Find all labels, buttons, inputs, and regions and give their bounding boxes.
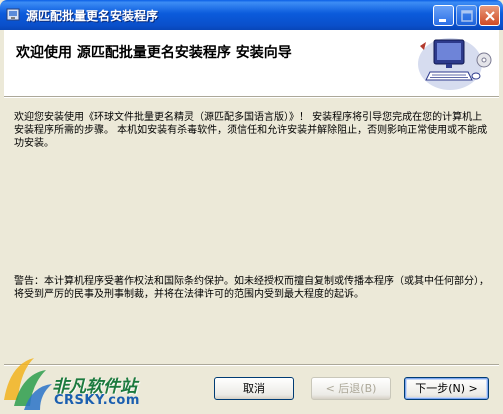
title-bar[interactable]: 源匹配批量更名安装程序 [0, 0, 503, 30]
watermark-en: CRSKY.com [54, 393, 140, 408]
back-button[interactable]: < 后退(B) [311, 377, 391, 400]
banner-separator [4, 97, 499, 98]
computer-install-icon [418, 38, 492, 90]
copyright-warning: 警告：本计算机程序受著作权法和国际条约保护。如未经授权而擅自复制或传播本程序（或… [14, 276, 489, 300]
intro-text: 欢迎您安装使用《环球文件批量更名精灵（源匹配多国语言版）》！ 安装程序将引导您完… [14, 112, 488, 149]
installer-window: 源匹配批量更名安装程序 欢迎使用 源匹配批量更名安装程序 安装向导 欢迎您安装使… [0, 0, 503, 414]
window-title: 源匹配批量更名安装程序 [26, 9, 159, 23]
minimize-icon [439, 19, 446, 22]
banner-title: 欢迎使用 源匹配批量更名安装程序 安装向导 [16, 45, 292, 61]
minimize-button[interactable] [433, 5, 454, 26]
maximize-button[interactable] [456, 5, 477, 26]
maximize-icon [461, 10, 473, 22]
header-banner: 欢迎使用 源匹配批量更名安装程序 安装向导 [4, 30, 499, 97]
cancel-button[interactable]: 取消 [214, 377, 294, 400]
installer-app-icon [6, 8, 20, 21]
close-icon [485, 11, 495, 21]
next-button[interactable]: 下一步(N) > [404, 377, 489, 400]
close-button[interactable] [479, 5, 500, 26]
